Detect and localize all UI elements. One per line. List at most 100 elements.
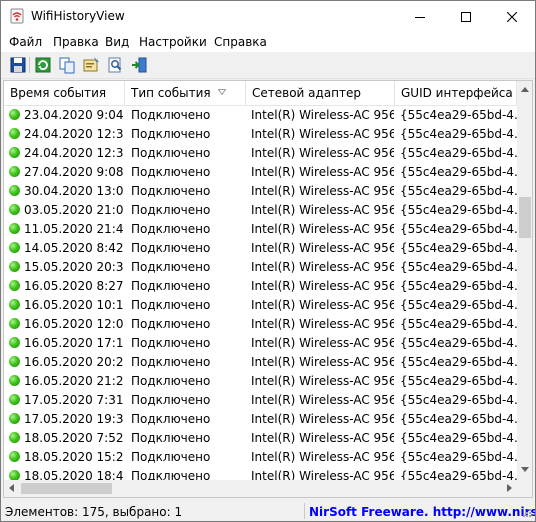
connected-status-icon: [9, 299, 20, 310]
cell-interface-guid: {55c4ea29-65bd-4...: [400, 469, 517, 480]
table-row[interactable]: 23.04.2020 9:04:11 Подключено Intel(R) Wir…: [4, 106, 517, 125]
cell-event-type: Подключено: [131, 184, 211, 198]
connected-status-icon: [9, 261, 20, 272]
cell-event-time: 16.05.2020 20:21:...: [24, 355, 124, 369]
cell-event-time: 18.05.2020 18:45:...: [24, 469, 124, 480]
cell-event-time: 16.05.2020 8:27:27: [24, 279, 124, 293]
cell-network-adapter: Intel(R) Wireless-AC 9560: [251, 203, 394, 217]
table-row[interactable]: 14.05.2020 8:42:40 Подключено Intel(R) Wir…: [4, 239, 517, 258]
connected-status-icon: [9, 394, 20, 405]
table-row[interactable]: 15.05.2020 20:38:... Подключено Intel(R) W…: [4, 258, 517, 277]
horizontal-scrollbar[interactable]: [4, 480, 517, 497]
connected-status-icon: [9, 318, 20, 329]
maximize-button[interactable]: [443, 1, 489, 32]
horizontal-scroll-thumb[interactable]: [21, 483, 112, 494]
connected-status-icon: [9, 375, 20, 386]
save-button[interactable]: [9, 56, 27, 74]
close-button[interactable]: [489, 1, 535, 32]
scroll-left-icon[interactable]: [9, 484, 14, 492]
minimize-button[interactable]: [397, 1, 443, 32]
vertical-scroll-thumb[interactable]: [519, 197, 531, 238]
column-header-event-type[interactable]: Тип события: [125, 81, 246, 105]
menu-view[interactable]: Вид: [105, 35, 129, 49]
cell-event-time: 15.05.2020 20:38:...: [24, 260, 124, 274]
status-bar: Элементов: 175, выбрано: 1 NirSoft Freew…: [1, 501, 535, 521]
cell-event-time: 11.05.2020 21:41:...: [24, 222, 124, 236]
table-row[interactable]: 24.04.2020 12:33:... Подключено Intel(R) W…: [4, 125, 517, 144]
cell-event-time: 23.04.2020 9:04:11: [24, 108, 124, 122]
cell-event-type: Подключено: [131, 203, 211, 217]
table-row[interactable]: 17.05.2020 19:39:... Подключено Intel(R) W…: [4, 410, 517, 429]
copy-button[interactable]: [58, 56, 76, 74]
scroll-down-icon[interactable]: [521, 467, 529, 472]
cell-event-type: Подключено: [131, 260, 211, 274]
maximize-icon: [461, 11, 471, 22]
cell-event-time: 24.04.2020 12:33:...: [24, 146, 124, 160]
exit-button[interactable]: [130, 56, 148, 74]
table-row[interactable]: 03.05.2020 21:02:... Подключено Intel(R) W…: [4, 201, 517, 220]
cell-interface-guid: {55c4ea29-65bd-4...: [400, 450, 517, 464]
cell-event-time: 03.05.2020 21:02:...: [24, 203, 124, 217]
table-row[interactable]: 16.05.2020 8:27:27 Подключено Intel(R) Wir…: [4, 277, 517, 296]
table-row[interactable]: 18.05.2020 15:28:... Подключено Intel(R) W…: [4, 448, 517, 467]
connected-status-icon: [9, 470, 20, 480]
properties-button[interactable]: [82, 56, 100, 74]
scroll-right-icon[interactable]: [507, 484, 512, 492]
menu-file[interactable]: Файл: [9, 35, 42, 49]
cell-event-type: Подключено: [131, 374, 211, 388]
table-row[interactable]: 30.04.2020 13:01:... Подключено Intel(R) W…: [4, 182, 517, 201]
table-row[interactable]: 18.05.2020 7:52:41 Подключено Intel(R) Wir…: [4, 429, 517, 448]
cell-event-time: 14.05.2020 8:42:40: [24, 241, 124, 255]
cell-network-adapter: Intel(R) Wireless-AC 9560: [251, 279, 394, 293]
table-row[interactable]: 16.05.2020 17:13:... Подключено Intel(R) W…: [4, 334, 517, 353]
table-row[interactable]: 16.05.2020 10:19:... Подключено Intel(R) W…: [4, 296, 517, 315]
column-header-label: Сетевой адаптер: [252, 86, 362, 100]
column-header-label: Время события: [10, 86, 107, 100]
table-row[interactable]: 11.05.2020 21:41:... Подключено Intel(R) W…: [4, 220, 517, 239]
column-header-label: GUID интерфейса: [401, 86, 513, 100]
cell-interface-guid: {55c4ea29-65bd-4...: [400, 127, 517, 141]
cell-interface-guid: {55c4ea29-65bd-4...: [400, 393, 517, 407]
cell-network-adapter: Intel(R) Wireless-AC 9560: [251, 222, 394, 236]
find-button[interactable]: [106, 56, 124, 74]
resize-grip-icon[interactable]: [521, 507, 532, 518]
title-bar[interactable]: WifiHistoryView: [1, 1, 535, 32]
column-header-interface-guid[interactable]: GUID интерфейса: [395, 81, 517, 105]
cell-network-adapter: Intel(R) Wireless-AC 9560: [251, 355, 394, 369]
nirsoft-link[interactable]: NirSoft Freeware. http://www.nirsoft.net: [309, 505, 535, 519]
menu-edit[interactable]: Правка: [53, 35, 99, 49]
scroll-up-icon[interactable]: [521, 87, 529, 92]
menu-help[interactable]: Справка: [214, 35, 267, 49]
menu-bar: Файл Правка Вид Настройки Справка: [1, 32, 535, 52]
cell-event-time: 16.05.2020 10:19:...: [24, 298, 124, 312]
cell-network-adapter: Intel(R) Wireless-AC 9560: [251, 298, 394, 312]
vertical-scrollbar[interactable]: [517, 81, 532, 480]
table-row[interactable]: 16.05.2020 12:01:... Подключено Intel(R) W…: [4, 315, 517, 334]
cell-network-adapter: Intel(R) Wireless-AC 9560: [251, 469, 394, 480]
cell-interface-guid: {55c4ea29-65bd-4...: [400, 241, 517, 255]
cell-network-adapter: Intel(R) Wireless-AC 9560: [251, 412, 394, 426]
cell-network-adapter: Intel(R) Wireless-AC 9560: [251, 393, 394, 407]
refresh-button[interactable]: [34, 56, 52, 74]
connected-status-icon: [9, 128, 20, 139]
cell-event-type: Подключено: [131, 279, 211, 293]
table-row[interactable]: 18.05.2020 18:45:... Подключено Intel(R) W…: [4, 467, 517, 480]
table-row[interactable]: 27.04.2020 9:08:53 Подключено Intel(R) Wir…: [4, 163, 517, 182]
menu-settings[interactable]: Настройки: [139, 35, 207, 49]
wifi-app-icon: [10, 8, 24, 24]
cell-event-time: 17.05.2020 7:31:38: [24, 393, 124, 407]
cell-network-adapter: Intel(R) Wireless-AC 9560: [251, 336, 394, 350]
table-row[interactable]: 16.05.2020 20:21:... Подключено Intel(R) W…: [4, 353, 517, 372]
column-header-network-adapter[interactable]: Сетевой адаптер: [246, 81, 395, 105]
cell-event-time: 16.05.2020 21:24:...: [24, 374, 124, 388]
cell-event-type: Подключено: [131, 431, 211, 445]
cell-network-adapter: Intel(R) Wireless-AC 9560: [251, 431, 394, 445]
cell-event-type: Подключено: [131, 298, 211, 312]
cell-network-adapter: Intel(R) Wireless-AC 9560: [251, 317, 394, 331]
column-header-event-time[interactable]: Время события: [4, 81, 125, 105]
events-list[interactable]: Время события Тип события Сетевой адапте…: [3, 80, 533, 498]
table-row[interactable]: 24.04.2020 12:33:... Подключено Intel(R) W…: [4, 144, 517, 163]
table-row[interactable]: 17.05.2020 7:31:38 Подключено Intel(R) Wir…: [4, 391, 517, 410]
cell-interface-guid: {55c4ea29-65bd-4...: [400, 279, 517, 293]
table-row[interactable]: 16.05.2020 21:24:... Подключено Intel(R) W…: [4, 372, 517, 391]
